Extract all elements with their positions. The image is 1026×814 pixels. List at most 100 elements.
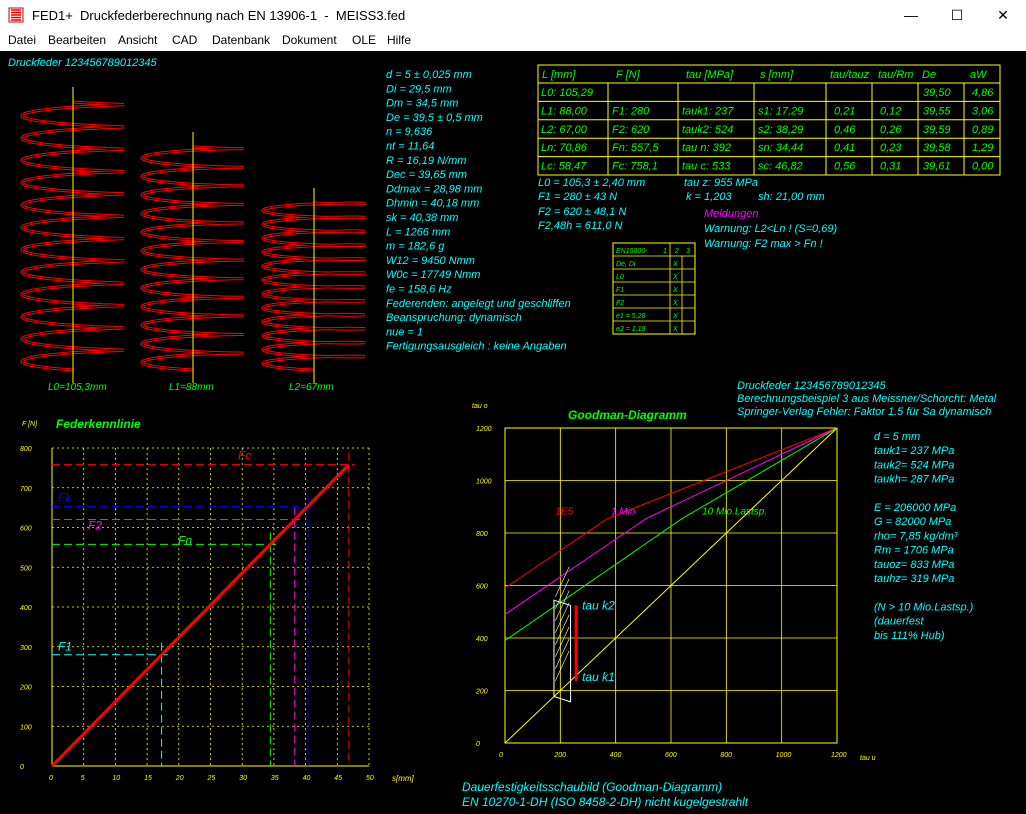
table-cell: s2: 38,29	[758, 124, 803, 136]
y-tick-label: 400	[476, 636, 488, 643]
menu-bar: Datei Bearbeiten Ansicht CAD Datenbank D…	[0, 30, 1026, 51]
table-cell: 0,46	[834, 124, 856, 136]
menu-datei[interactable]: Datei	[8, 33, 36, 47]
x-tick-label: 20	[175, 775, 184, 782]
marker-label: F1	[58, 640, 72, 654]
en-table-header: 1	[663, 248, 667, 255]
menu-cad[interactable]: CAD	[172, 33, 197, 47]
table-cell: 39,50	[923, 87, 951, 99]
spring-l2	[261, 188, 366, 383]
results-table: L [mm] F [N] tau [MPa] s [mm] tau/tauz t…	[537, 64, 1001, 176]
app-spring-icon[interactable]	[8, 7, 24, 23]
menu-hilfe[interactable]: Hilfe	[387, 33, 411, 47]
en-table-cell: X	[672, 274, 678, 281]
chart-ticks: 0 5 10 15 20 25 30 35 40 45 5001002003004005006007…	[19, 446, 374, 782]
table-header: tau/tauz	[830, 69, 870, 81]
summary-sh: sh: 21,00 mm	[758, 191, 825, 203]
y-axis-label: F [N]	[22, 421, 38, 428]
menu-datenbank[interactable]: Datenbank	[212, 33, 270, 47]
table-header: tau [MPa]	[686, 69, 734, 81]
table-cell: Fc: 758,1	[612, 161, 658, 173]
message-line: Warnung: F2 max > Fn !	[704, 238, 823, 250]
message-line: Warnung: L2<Ln ! (S=0,69)	[704, 223, 837, 235]
y-tick-label: 200	[19, 685, 32, 692]
spring-label-l1: L1=88mm	[169, 382, 214, 393]
goodman-param-line: tauhz= 319 MPa	[874, 573, 954, 585]
en-table-cell: X	[672, 287, 678, 294]
en-table-cell: X	[672, 261, 678, 268]
footer-line: Dauerfestigkeitsschaubild (Goodman-Diagr…	[462, 780, 722, 794]
table-cell: 0,31	[880, 161, 901, 173]
table-cell: 3,06	[972, 105, 994, 117]
param-line: n = 9,636	[386, 126, 433, 138]
en-table-cell: L0	[616, 274, 624, 281]
x-tick-label: 10	[112, 775, 120, 782]
table-body: L0: 105,29 39,50 4,86 L1: 88,00 F1: 280 tauk1…	[541, 87, 994, 173]
y-tick-label: 0	[20, 764, 24, 771]
summary-line: F2,48h = 611,0 N	[538, 220, 623, 232]
goodman-param-line: E = 206000 MPa	[874, 502, 956, 514]
stress-annotation: tau k1	[582, 670, 615, 684]
chart-title: Federkennlinie	[56, 417, 141, 431]
en-table-header: 2	[674, 248, 679, 255]
marker-label: Fn	[178, 533, 192, 547]
table-cell: tau c: 533	[682, 161, 731, 173]
messages-title: Meldungen	[704, 208, 758, 220]
table-cell: 39,55	[923, 105, 951, 117]
x-tick-label: 30	[239, 775, 247, 782]
maximize-button[interactable]: ☐	[934, 0, 980, 30]
working-range-outline	[553, 599, 572, 703]
y-axis-label: tau o	[472, 403, 488, 410]
goodman-param-line: rho= 7,85 kg/dm³	[874, 530, 958, 542]
table-cell: L0: 105,29	[541, 87, 593, 99]
param-line: m = 182,6 g	[386, 241, 445, 253]
menu-dokument[interactable]: Dokument	[282, 33, 337, 47]
table-header: tau/Rm	[878, 69, 913, 81]
y-tick-label: 700	[20, 486, 32, 493]
param-line: nt = 11,64	[386, 141, 434, 153]
info-line: Springer-Verlag Fehler: Faktor 1.5 für S…	[737, 406, 991, 418]
table-cell: F2: 620	[612, 124, 650, 136]
table-cell: Lc: 58,47	[541, 161, 587, 173]
title-bar: FED1+ Druckfederberechnung nach EN 13906…	[0, 0, 1026, 30]
goodman-param-line: (N > 10 Mio.Lastsp.)	[874, 601, 974, 613]
summary-line: F2 = 620 ± 48,1 N	[538, 206, 626, 218]
series-label: 1 Mio	[611, 507, 636, 518]
menu-bearbeiten[interactable]: Bearbeiten	[48, 33, 106, 47]
goodman-param-line: d = 5 mm	[874, 431, 920, 443]
table-cell: 0,12	[880, 105, 901, 117]
menu-ole[interactable]: OLE	[352, 33, 376, 47]
x-tick-label: 45	[334, 775, 342, 782]
table-cell: 4,86	[972, 87, 994, 99]
goodman-param-line: tauk1= 237 MPa	[874, 445, 954, 457]
y-tick-label: 0	[476, 741, 480, 748]
summary-k: k = 1,203	[686, 191, 732, 203]
table-cell: F1: 280	[612, 105, 650, 117]
series-label: 10 Mio.Lastsp.	[702, 507, 767, 518]
hatch-line	[555, 638, 570, 669]
x-tick-label: 25	[207, 775, 216, 782]
x-tick-label: 50	[366, 775, 374, 782]
en-table-body: De, Di X L0 X F1 X F2 Xe1 = 5,28 Xe2 = 1,19 X	[616, 261, 678, 333]
minimize-button[interactable]: —	[888, 0, 934, 30]
close-button[interactable]: ✕	[980, 0, 1026, 30]
x-axis-label: tau u	[860, 755, 876, 762]
drawing-canvas[interactable]: Druckfeder 123456789012345 L0=105,3mm L1…	[0, 51, 1026, 814]
table-header: F [N]	[616, 69, 641, 81]
table-header: L [mm]	[542, 69, 576, 81]
table-cell: 39,59	[923, 124, 951, 136]
param-line: Dec = 39,65 mm	[386, 169, 467, 181]
window-title: FED1+ Druckfederberechnung nach EN 13906…	[32, 8, 406, 23]
table-cell: sc: 46,82	[758, 161, 803, 173]
menu-ansicht[interactable]: Ansicht	[118, 33, 157, 47]
table-cell: 0,56	[834, 161, 856, 173]
summary-tauz: tau z: 955 MPa	[684, 177, 758, 189]
param-line: Beanspruchung: dynamisch	[386, 312, 522, 324]
param-line: Fertigungsausgleich : keine Angaben	[386, 341, 567, 353]
x-tick-label: 5	[81, 775, 85, 782]
table-cell: s1: 17,29	[758, 105, 803, 117]
spring-label-l2: L2=67mm	[289, 382, 334, 393]
en-table-cell: e1 = 5,28	[616, 313, 645, 320]
param-line: Dm = 34,5 mm	[386, 98, 458, 110]
info-line: Berechnungsbeispiel 3 aus Meissner/Schor…	[737, 393, 997, 405]
